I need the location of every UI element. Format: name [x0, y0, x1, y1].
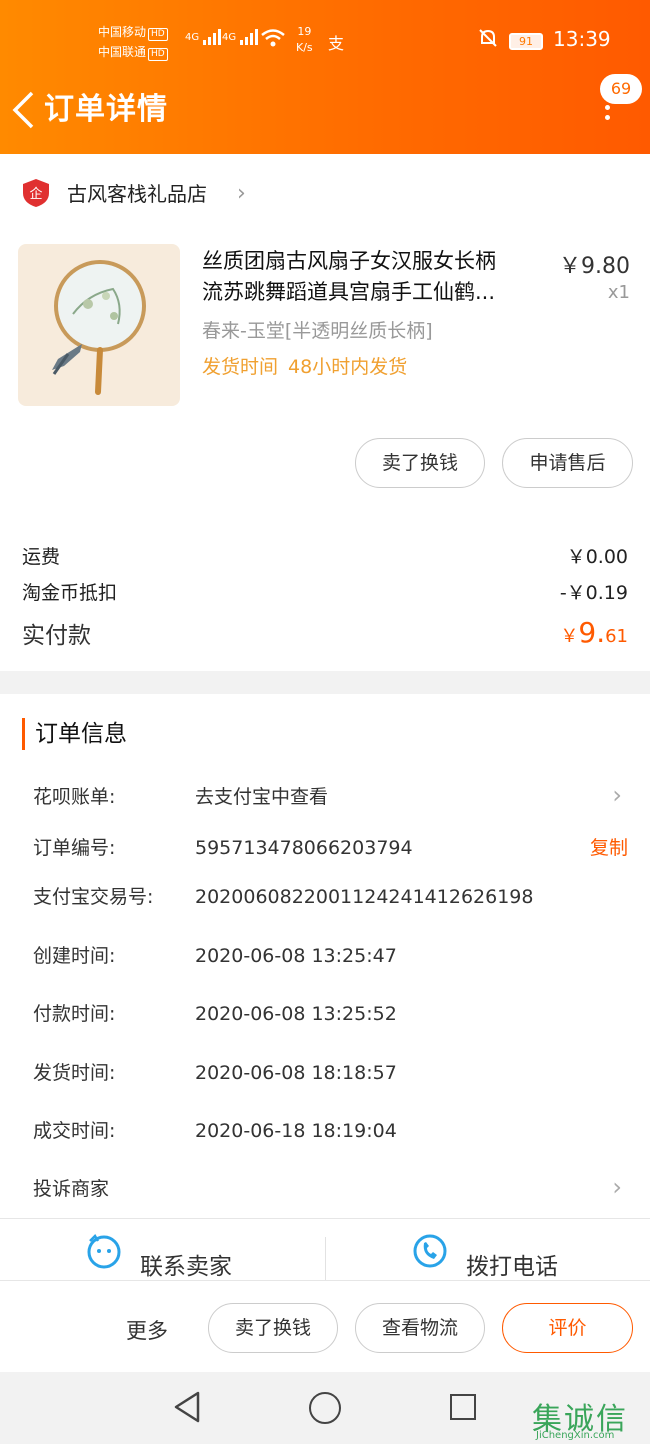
- paid-total-row: 实付款 ￥9.61: [22, 616, 628, 650]
- paid-total-label: 实付款: [22, 623, 91, 649]
- info-value: 去支付宝中查看: [195, 786, 329, 808]
- status-bar: 中国移动 HD 中国联通 HD 4G 4G 19 K/s 支 91 13:39: [0, 22, 650, 62]
- product-title-line-2: 流苏跳舞蹈道具宫扇手工仙鹤...: [202, 280, 496, 304]
- info-value: 2020-06-18 18:19:04: [195, 1120, 397, 1142]
- view-logistics-button[interactable]: 查看物流: [355, 1303, 485, 1353]
- hd-badge-1: HD: [148, 28, 168, 41]
- phone-icon: [412, 1233, 448, 1269]
- chat-bubble-icon: [86, 1233, 122, 1269]
- wifi-icon: [260, 28, 286, 51]
- shipping-time: 发货时间 48小时内发货: [202, 352, 407, 379]
- product-price: ￥9.80: [559, 254, 630, 279]
- signal-icon-1: 4G: [185, 28, 222, 46]
- watermark-url: JiChengXin.com: [536, 1430, 615, 1441]
- info-label: 发货时间:: [33, 1062, 116, 1084]
- sell-for-cash-button-bottom[interactable]: 卖了换钱: [208, 1303, 338, 1353]
- shipping-fee-label: 运费: [22, 546, 61, 568]
- enterprise-badge-text: 企: [29, 186, 42, 202]
- more-button[interactable]: 更多: [126, 1315, 168, 1345]
- chevron-right-icon: ›: [612, 1173, 622, 1201]
- nav-home-icon[interactable]: [309, 1392, 341, 1424]
- info-value: 2020-06-08 13:25:52: [195, 1003, 397, 1025]
- network-type-1: 4G: [185, 32, 200, 43]
- net-speed: 19 K/s: [296, 24, 313, 56]
- page-title: 订单详情: [44, 92, 168, 127]
- info-label: 花呗账单:: [33, 786, 116, 808]
- product-title-line-1: 丝质团扇古风扇子女汉服女长柄: [202, 249, 496, 273]
- more-menu-icon[interactable]: [598, 100, 616, 130]
- hd-badge-2: HD: [148, 48, 168, 61]
- product-sku: 春来-玉堂[半透明丝质长柄]: [202, 320, 433, 342]
- status-clock: 13:39: [553, 27, 611, 51]
- speed-unit: K/s: [296, 41, 313, 54]
- info-value: 2020-06-08 18:18:57: [195, 1062, 397, 1084]
- order-item-card: 企 古风客栈礼品店 › 丝质团扇古风扇子女汉服女长柄 流苏跳舞蹈道具宫扇手工仙鹤…: [0, 154, 650, 671]
- complain-seller-label: 投诉商家: [33, 1178, 110, 1200]
- sell-for-cash-button[interactable]: 卖了换钱: [355, 438, 485, 488]
- product-quantity: x1: [607, 282, 630, 303]
- battery-icon: 91: [509, 33, 543, 50]
- system-nav-bar: 集诚信 JiChengXin.com: [0, 1372, 650, 1444]
- info-value: 2020-06-08 13:25:47: [195, 945, 397, 967]
- shipping-time-label: 发货时间: [202, 356, 279, 378]
- paid-decimal: 61: [605, 626, 628, 647]
- signal-icon-2: 4G: [222, 28, 259, 46]
- speed-value: 19: [297, 25, 312, 38]
- app-header: 中国移动 HD 中国联通 HD 4G 4G 19 K/s 支 91 13:39 订单…: [0, 0, 650, 154]
- paid-integer: 9.: [578, 616, 606, 649]
- paid-total-value: ￥9.61: [560, 616, 628, 649]
- chevron-right-icon: ›: [612, 781, 622, 809]
- back-arrow-icon: [12, 91, 34, 129]
- info-label: 付款时间:: [33, 1003, 116, 1025]
- contact-bar: 联系卖家 拨打电话: [0, 1218, 650, 1281]
- chevron-right-icon: ›: [237, 181, 246, 206]
- contact-seller-button[interactable]: 联系卖家: [0, 1219, 325, 1281]
- info-label: 支付宝交易号:: [33, 886, 154, 908]
- contact-seller-label: 联系卖家: [140, 1254, 232, 1280]
- copy-button[interactable]: 复制: [590, 833, 628, 863]
- order-info-title: 订单信息: [22, 718, 127, 750]
- info-label: 订单编号:: [33, 837, 116, 859]
- call-phone-button[interactable]: 拨打电话: [326, 1219, 650, 1281]
- call-phone-label: 拨打电话: [466, 1254, 558, 1280]
- paid-currency: ￥: [560, 626, 579, 647]
- order-info-card: 订单信息 花呗账单: 去支付宝中查看 › 订单编号: 5957134780662…: [0, 694, 650, 1218]
- coin-deduction-value: -￥0.19: [559, 582, 628, 604]
- enterprise-shield-icon: 企: [22, 178, 50, 208]
- back-button[interactable]: [10, 90, 40, 130]
- carrier-info: 中国移动 HD 中国联通 HD: [98, 22, 168, 62]
- network-type-2: 4G: [222, 32, 237, 43]
- review-button[interactable]: 评价: [502, 1303, 633, 1353]
- bottom-action-bar: 更多 卖了换钱 查看物流 评价: [0, 1280, 650, 1372]
- nav-back-icon[interactable]: [172, 1390, 202, 1424]
- shop-name: 古风客栈礼品店: [67, 182, 207, 206]
- alipay-icon: 支: [328, 34, 345, 53]
- info-label: 创建时间:: [33, 945, 116, 967]
- carrier-1: 中国移动: [98, 25, 147, 39]
- info-label: 成交时间:: [33, 1120, 116, 1142]
- carrier-2: 中国联通: [98, 45, 147, 59]
- product-title[interactable]: 丝质团扇古风扇子女汉服女长柄 流苏跳舞蹈道具宫扇手工仙鹤...: [202, 246, 537, 308]
- shipping-fee-row: 运费 ￥0.00: [22, 542, 628, 569]
- shipping-time-value: 48小时内发货: [288, 356, 408, 378]
- shipping-fee-value: ￥0.00: [566, 546, 628, 568]
- coin-deduction-row: 淘金币抵扣 -￥0.19: [22, 578, 628, 605]
- shop-row[interactable]: 企 古风客栈礼品店 ›: [22, 176, 622, 212]
- coin-deduction-label: 淘金币抵扣: [22, 582, 118, 604]
- product-image[interactable]: [18, 244, 180, 406]
- bell-muted-icon: [477, 27, 499, 54]
- after-sale-button[interactable]: 申请售后: [502, 438, 633, 488]
- alipay-trade-value: 2020060822001124241412626198: [195, 886, 534, 908]
- order-number-value: 595713478066203794: [195, 837, 413, 859]
- watermark-logo: 集诚信 JiChengXin.com: [532, 1394, 650, 1444]
- nav-recent-apps-icon[interactable]: [450, 1394, 476, 1420]
